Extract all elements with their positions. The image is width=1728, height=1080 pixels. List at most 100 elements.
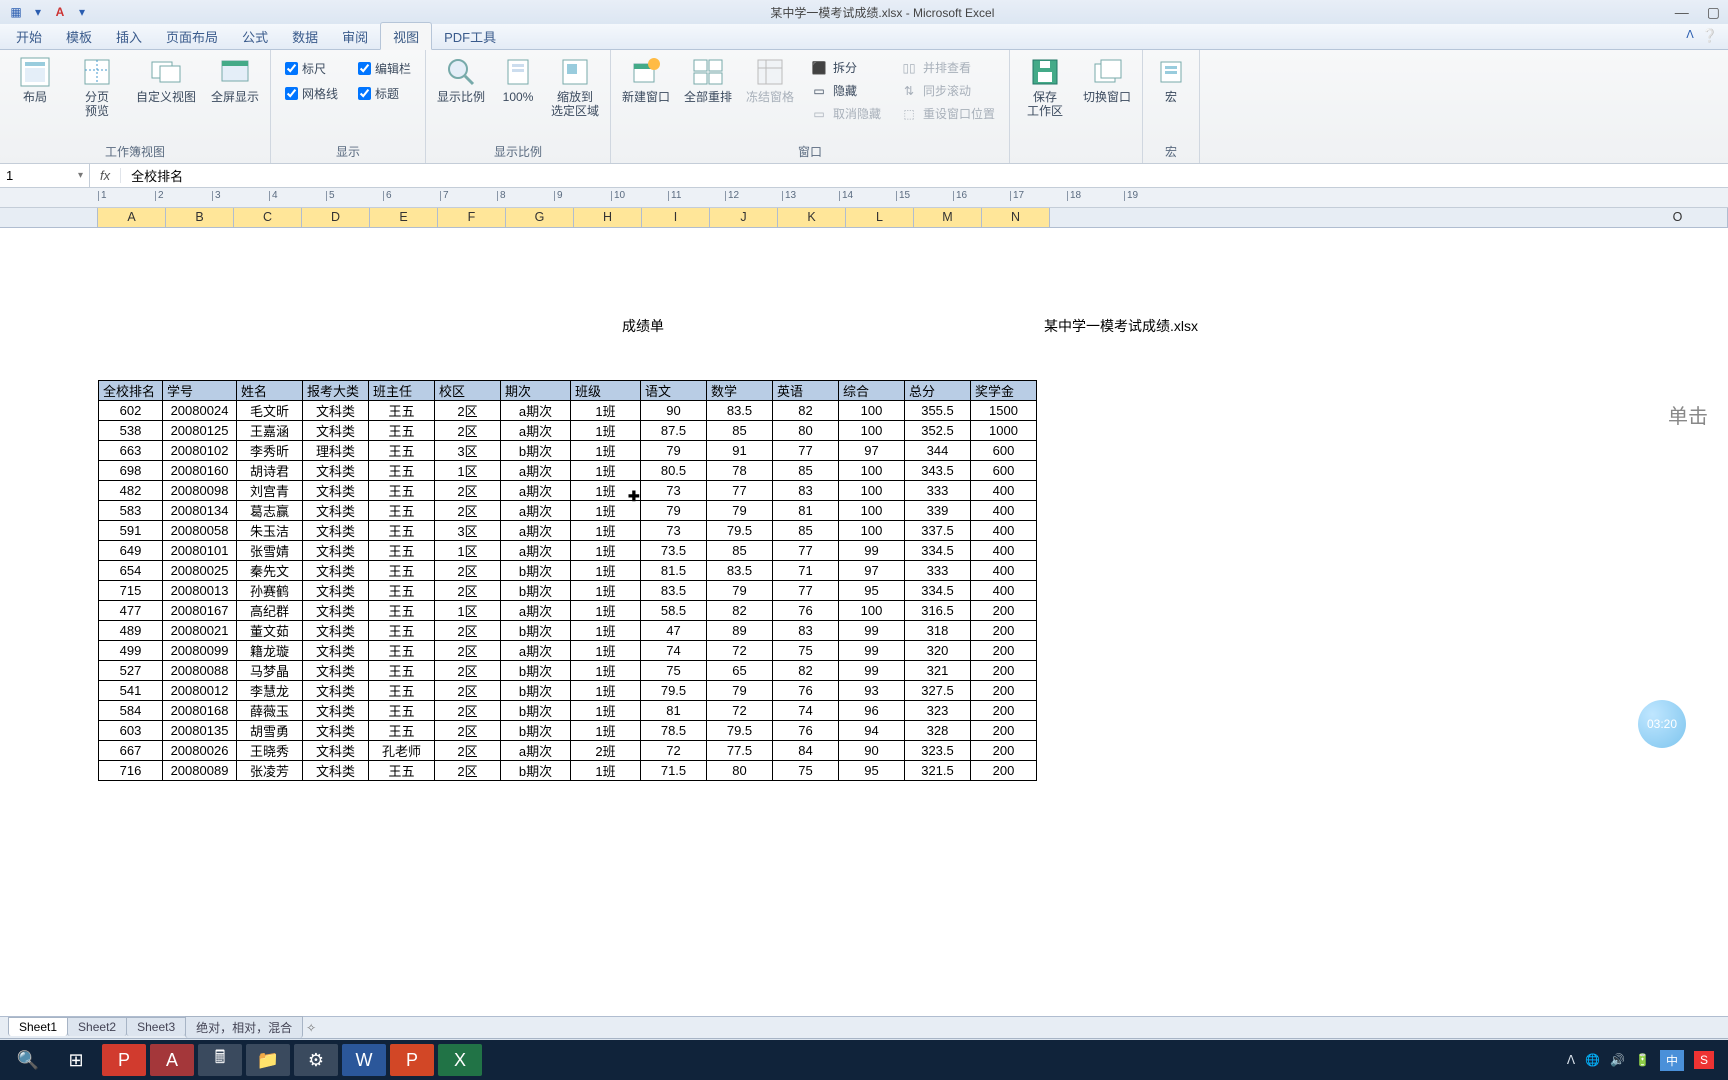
tab-data[interactable]: 数据	[280, 23, 330, 49]
table-row[interactable]: 54120080012李慧龙文科类王五2区b期次1班79.5797693327.…	[99, 681, 1037, 701]
table-row[interactable]: 60320080135胡雪勇文科类王五2区b期次1班78.579.5769432…	[99, 721, 1037, 741]
zoom-100-button[interactable]: 100%	[494, 54, 542, 106]
table-header[interactable]: 奖学金	[971, 381, 1037, 401]
worksheet[interactable]: 成绩单 某中学一模考试成绩.xlsx 全校排名学号姓名报考大类班主任校区期次班级…	[0, 228, 1728, 1016]
column-header[interactable]: J	[710, 208, 778, 228]
table-header[interactable]: 校区	[435, 381, 501, 401]
battery-icon[interactable]: 🔋	[1635, 1053, 1650, 1067]
column-header[interactable]: C	[234, 208, 302, 228]
table-header[interactable]: 英语	[773, 381, 839, 401]
tab-layout[interactable]: 页面布局	[154, 23, 230, 49]
table-header[interactable]: 班级	[571, 381, 641, 401]
settings-icon[interactable]: ⚙	[294, 1044, 338, 1076]
tab-pdf[interactable]: PDF工具	[432, 23, 508, 49]
table-header[interactable]: 姓名	[237, 381, 303, 401]
freeze-panes-button[interactable]: 冻结窗格	[741, 54, 799, 106]
column-header[interactable]: L	[846, 208, 914, 228]
maximize-button[interactable]: ▢	[1707, 4, 1720, 21]
hide-button[interactable]: ▭隐藏	[809, 81, 883, 100]
qat-dd2-icon[interactable]: ▾	[74, 4, 90, 20]
formula-value[interactable]: 全校排名	[121, 166, 1728, 185]
table-row[interactable]: 53820080125王嘉涵文科类王五2区a期次1班87.58580100352…	[99, 421, 1037, 441]
network-icon[interactable]: 🌐	[1585, 1053, 1600, 1067]
column-header[interactable]: E	[370, 208, 438, 228]
table-header[interactable]: 综合	[839, 381, 905, 401]
table-header[interactable]: 数学	[707, 381, 773, 401]
table-header[interactable]: 报考大类	[303, 381, 369, 401]
table-row[interactable]: 49920080099籍龙璇文科类王五2区a期次1班74727599320200	[99, 641, 1037, 661]
column-header[interactable]: G	[506, 208, 574, 228]
table-row[interactable]: 66720080026王晓秀文科类孔老师2区a期次2班7277.58490323…	[99, 741, 1037, 761]
timer-badge[interactable]: 03:20	[1638, 700, 1686, 748]
new-sheet-icon[interactable]: ✧	[306, 1021, 316, 1035]
column-header[interactable]: D	[302, 208, 370, 228]
explorer-icon[interactable]: 📁	[246, 1044, 290, 1076]
tab-review[interactable]: 审阅	[330, 23, 380, 49]
excel-app-icon[interactable]: X	[438, 1044, 482, 1076]
sheet-tab-1[interactable]: Sheet1	[8, 1017, 68, 1036]
tab-insert[interactable]: 插入	[104, 23, 154, 49]
task-view-icon[interactable]: ⊞	[54, 1044, 98, 1076]
sheet-tab-2[interactable]: Sheet2	[67, 1017, 127, 1036]
tab-template[interactable]: 模板	[54, 23, 104, 49]
formula-bar-checkbox[interactable]: 编辑栏	[358, 60, 411, 77]
table-header[interactable]: 总分	[905, 381, 971, 401]
column-header[interactable]: H	[574, 208, 642, 228]
new-window-button[interactable]: 新建窗口	[617, 54, 675, 106]
ppt-app-icon[interactable]: P	[390, 1044, 434, 1076]
minimize-ribbon-icon[interactable]: ᐱ	[1686, 28, 1694, 44]
column-header[interactable]: F	[438, 208, 506, 228]
column-header[interactable]: O	[1628, 208, 1728, 228]
name-box[interactable]: 1▾	[0, 164, 90, 187]
tab-formula[interactable]: 公式	[230, 23, 280, 49]
sheet-tab-3[interactable]: Sheet3	[126, 1017, 186, 1036]
table-header[interactable]: 全校排名	[99, 381, 163, 401]
table-row[interactable]: 58420080168薛薇玉文科类王五2区b期次1班81727496323200	[99, 701, 1037, 721]
table-row[interactable]: 71620080089张凌芳文科类王五2区b期次1班71.5807595321.…	[99, 761, 1037, 781]
calc-app-icon[interactable]: 🖩	[198, 1044, 242, 1076]
table-row[interactable]: 58320080134葛志赢文科类王五2区a期次1班79798110033940…	[99, 501, 1037, 521]
search-icon[interactable]: 🔍	[6, 1044, 50, 1076]
zoom-button[interactable]: 显示比例	[432, 54, 490, 106]
table-row[interactable]: 48920080021董文茹文科类王五2区b期次1班47898399318200	[99, 621, 1037, 641]
page-layout-button[interactable]: 布局	[6, 54, 64, 106]
fx-icon[interactable]: fx	[90, 168, 121, 183]
column-header[interactable]: K	[778, 208, 846, 228]
macros-button[interactable]: 宏	[1149, 54, 1193, 106]
tray-chevron-icon[interactable]: ᐱ	[1567, 1053, 1575, 1067]
zoom-selection-button[interactable]: 缩放到 选定区域	[546, 54, 604, 120]
column-header[interactable]: M	[914, 208, 982, 228]
access-app-icon[interactable]: A	[150, 1044, 194, 1076]
volume-icon[interactable]: 🔊	[1610, 1053, 1625, 1067]
column-header[interactable]: A	[98, 208, 166, 228]
arrange-all-button[interactable]: 全部重排	[679, 54, 737, 106]
help-icon[interactable]: ❔	[1702, 28, 1718, 44]
column-header[interactable]: B	[166, 208, 234, 228]
table-header[interactable]: 语文	[641, 381, 707, 401]
qat-icon[interactable]: ▦	[8, 4, 24, 20]
font-size-icon[interactable]: A	[52, 4, 68, 20]
save-workspace-button[interactable]: 保存 工作区	[1016, 54, 1074, 120]
table-row[interactable]: 71520080013孙赛鹤文科类王五2区b期次1班83.5797795334.…	[99, 581, 1037, 601]
click-to-add-text[interactable]: 单击	[1668, 400, 1728, 429]
minimize-button[interactable]: —	[1675, 4, 1689, 21]
tab-home[interactable]: 开始	[4, 23, 54, 49]
custom-views-button[interactable]: 自定义视图	[130, 54, 202, 106]
table-row[interactable]: 69820080160胡诗君文科类王五1区a期次1班80.57885100343…	[99, 461, 1037, 481]
qat-dd-icon[interactable]: ▾	[30, 4, 46, 20]
ruler-checkbox[interactable]: 标尺	[285, 60, 338, 77]
switch-window-button[interactable]: 切换窗口	[1078, 54, 1136, 106]
ime-indicator[interactable]: 中	[1660, 1050, 1684, 1071]
table-row[interactable]: 60220080024毛文昕文科类王五2区a期次1班9083.582100355…	[99, 401, 1037, 421]
table-row[interactable]: 65420080025秦先文文科类王五2区b期次1班81.583.5719733…	[99, 561, 1037, 581]
table-header[interactable]: 学号	[163, 381, 237, 401]
table-row[interactable]: 66320080102李秀昕理科类王五3区b期次1班79917797344600	[99, 441, 1037, 461]
system-tray[interactable]: ᐱ 🌐 🔊 🔋 中 S	[1567, 1050, 1722, 1071]
select-all-corner[interactable]	[0, 208, 98, 228]
page-break-preview-button[interactable]: 分页 预览	[68, 54, 126, 120]
table-row[interactable]: 52720080088马梦晶文科类王五2区b期次1班75658299321200	[99, 661, 1037, 681]
pdf-app-icon[interactable]: P	[102, 1044, 146, 1076]
sheet-tab-4[interactable]: 绝对，相对，混合	[185, 1016, 303, 1038]
table-header[interactable]: 班主任	[369, 381, 435, 401]
headings-checkbox[interactable]: 标题	[358, 85, 411, 102]
